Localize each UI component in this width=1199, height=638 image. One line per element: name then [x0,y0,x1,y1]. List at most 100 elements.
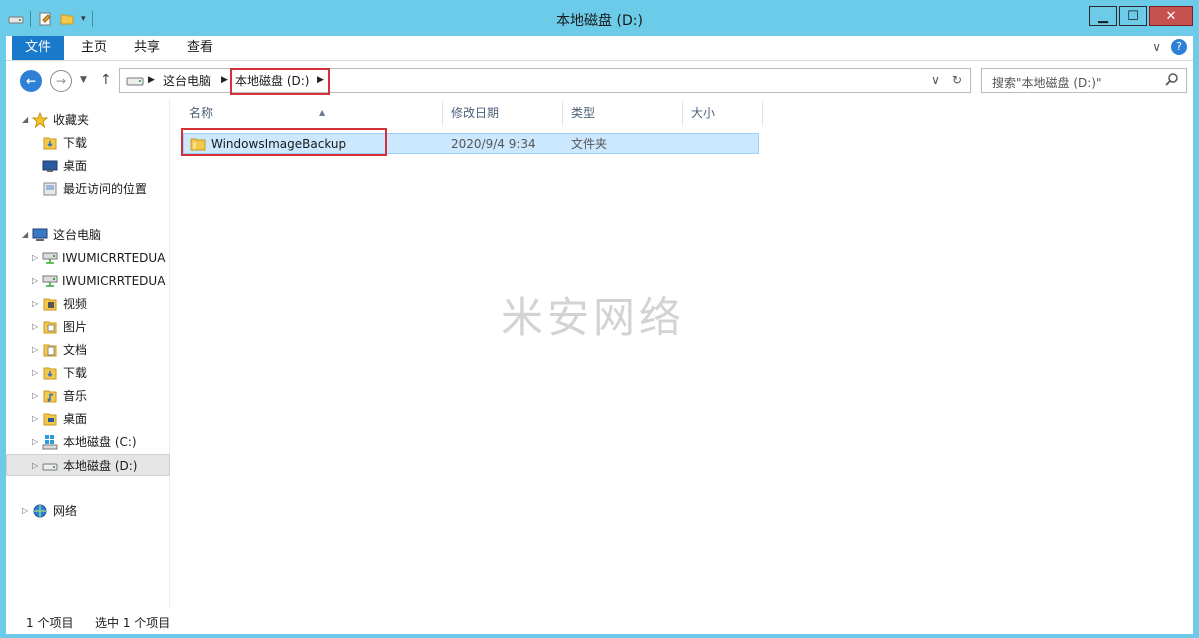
watermark-text: 米安网络 [501,293,686,342]
nav-favorites-desktop[interactable]: 桌面 [6,155,170,177]
nav-drive-c[interactable]: ▷ 本地磁盘 (C:) [6,431,170,453]
refresh-icon[interactable]: ↻ [952,73,962,87]
collapsed-arrow-icon[interactable]: ▷ [32,362,38,384]
close-button[interactable]: ✕ [1149,6,1193,26]
column-label: 名称 [189,106,214,120]
nav-videos[interactable]: ▷ 视频 [6,293,170,315]
collapsed-arrow-icon[interactable]: ▷ [32,293,38,315]
collapsed-arrow-icon[interactable]: ▷ [32,247,38,269]
file-type: 文件夹 [571,137,608,151]
explorer-window: ▾ 本地磁盘 (D:) ▁ ☐ ✕ 文件 主页 共享 查看 ∨ ? ← → ▼ … [0,0,1199,638]
nav-favorites-recent[interactable]: 最近访问的位置 [6,178,170,200]
downloads-folder-icon [43,367,57,380]
red-highlight-box [181,128,387,156]
address-dropdown-icon[interactable]: ∨ [931,73,940,87]
collapsed-arrow-icon[interactable]: ▷ [32,455,38,475]
nav-documents[interactable]: ▷ 文档 [6,339,170,361]
search-placeholder: 搜索"本地磁盘 (D:)" [992,76,1102,90]
content-area: ◢ 收藏夹 下载 桌面 最近访问的位置 ◢ 这台电脑 ▷ IWUMICRRTED… [6,98,1193,608]
nav-label: 本地磁盘 (C:) [63,435,137,449]
navigation-pane[interactable]: ◢ 收藏夹 下载 桌面 最近访问的位置 ◢ 这台电脑 ▷ IWUMICRRTED… [6,98,170,608]
video-folder-icon [43,298,57,311]
recent-locations-dropdown-icon[interactable]: ▼ [80,75,87,85]
nav-label: IWUMICRRTEDUA [62,274,166,288]
forward-arrow-icon: → [55,74,67,88]
nav-desktop[interactable]: ▷ 桌面 [6,408,170,430]
nav-downloads[interactable]: ▷ 下载 [6,362,170,384]
drive-icon [42,463,58,471]
forward-button[interactable]: → [50,70,72,92]
nav-favorites[interactable]: ◢ 收藏夹 [6,109,170,131]
address-bar[interactable]: ▶ 这台电脑 ▶ 本地磁盘 (D:) ▶ ∨ ↻ [119,68,971,95]
maximize-icon: ☐ [1127,8,1139,24]
title-bar[interactable]: ▾ 本地磁盘 (D:) ▁ ☐ ✕ [0,0,1199,36]
nav-label: IWUMICRRTEDUA [62,251,166,265]
nav-label: 本地磁盘 (D:) [63,459,138,473]
network-drive-icon [42,275,58,287]
nav-label: 桌面 [63,159,88,173]
nav-pictures[interactable]: ▷ 图片 [6,316,170,338]
nav-label: 桌面 [63,412,88,426]
window-title: 本地磁盘 (D:) [556,13,643,29]
nav-label: 下载 [63,136,88,150]
expanded-arrow-icon[interactable]: ◢ [22,224,28,246]
column-header-type[interactable]: 类型 [563,101,683,126]
nav-label: 图片 [63,320,88,334]
desktop-icon [42,160,58,172]
ribbon-controls: ∨ ? [1152,39,1187,55]
window-border [0,634,1199,638]
nav-music[interactable]: ▷ 音乐 [6,385,170,407]
tab-view[interactable]: 查看 [174,36,226,60]
breadcrumb-this-pc[interactable]: 这台电脑 [163,73,211,89]
back-arrow-icon: ← [25,74,37,88]
close-icon: ✕ [1165,8,1177,24]
back-button[interactable]: ← [20,70,42,92]
maximize-button[interactable]: ☐ [1119,6,1147,26]
collapsed-arrow-icon[interactable]: ▷ [32,270,38,292]
nav-network[interactable]: ▷ 网络 [6,500,170,522]
collapsed-arrow-icon[interactable]: ▷ [32,316,38,338]
search-icon[interactable] [1164,72,1180,88]
collapsed-arrow-icon[interactable]: ▷ [32,431,38,453]
collapsed-arrow-icon[interactable]: ▷ [22,500,28,522]
breadcrumb-arrow-icon[interactable]: ▶ [148,75,155,85]
collapsed-arrow-icon[interactable]: ▷ [32,408,38,430]
drive-icon [126,77,144,86]
desktop-folder-icon [43,413,57,426]
downloads-folder-icon [43,137,57,150]
file-list-view[interactable]: 名称 ▲ 修改日期 类型 大小 WindowsImageBackup 2020/… [171,98,1193,608]
column-header-name[interactable]: 名称 ▲ [181,101,443,126]
nav-network-drive-2[interactable]: ▷ IWUMICRRTEDUA [6,270,170,292]
help-icon[interactable]: ? [1171,39,1187,55]
tab-home[interactable]: 主页 [68,36,120,60]
window-controls: ▁ ☐ ✕ [1089,6,1193,26]
breadcrumb-arrow-icon[interactable]: ▶ [221,75,228,85]
status-bar: 1 个项目 选中 1 个项目 [6,608,1193,634]
selected-count: 选中 1 个项目 [95,616,171,630]
recent-places-icon [43,182,57,196]
nav-network-drive-1[interactable]: ▷ IWUMICRRTEDUA [6,247,170,269]
expand-ribbon-icon[interactable]: ∨ [1152,40,1161,54]
minimize-button[interactable]: ▁ [1089,6,1117,26]
nav-label: 文档 [63,343,88,357]
nav-label: 下载 [63,366,88,380]
item-count: 1 个项目 [26,616,74,630]
search-input[interactable]: 搜索"本地磁盘 (D:)" [981,68,1187,93]
expanded-arrow-icon[interactable]: ◢ [22,109,28,131]
pictures-folder-icon [43,321,57,334]
nav-this-pc[interactable]: ◢ 这台电脑 [6,224,170,246]
nav-favorites-downloads[interactable]: 下载 [6,132,170,154]
tab-share[interactable]: 共享 [121,36,173,60]
windows-drive-icon [42,435,58,450]
column-header-modified[interactable]: 修改日期 [443,101,563,126]
collapsed-arrow-icon[interactable]: ▷ [32,385,38,407]
tab-file[interactable]: 文件 [12,36,65,60]
nav-label: 收藏夹 [53,113,90,127]
network-icon [33,504,47,518]
collapsed-arrow-icon[interactable]: ▷ [32,339,38,361]
network-drive-icon [42,252,58,264]
nav-drive-d[interactable]: ▷ 本地磁盘 (D:) [6,454,170,476]
up-button[interactable]: ↑ [100,72,112,88]
column-header-size[interactable]: 大小 [683,101,763,126]
red-highlight-box [230,68,330,95]
